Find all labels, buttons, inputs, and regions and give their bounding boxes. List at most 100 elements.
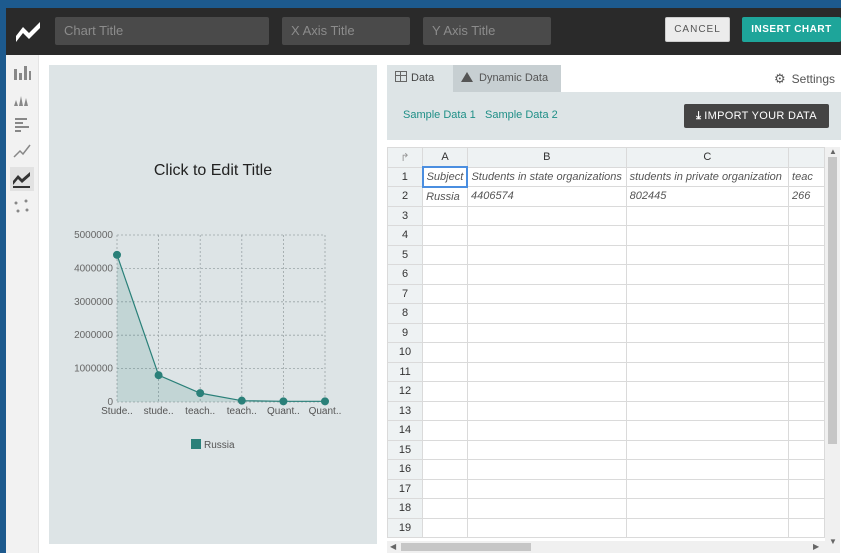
table-cell[interactable] xyxy=(625,420,790,441)
table-cell[interactable]: teac xyxy=(788,166,825,187)
scatter-icon[interactable] xyxy=(10,195,34,219)
horizontal-bar-icon[interactable] xyxy=(10,113,34,137)
table-cell[interactable] xyxy=(422,342,468,363)
tab-dynamic-data[interactable]: Dynamic Data xyxy=(453,65,561,92)
table-cell[interactable] xyxy=(466,498,627,519)
table-cell[interactable] xyxy=(422,244,468,265)
table-cell[interactable]: Subject xyxy=(421,166,469,188)
data-point[interactable] xyxy=(154,371,163,380)
table-cell[interactable] xyxy=(625,283,790,304)
row-number[interactable]: 6 xyxy=(387,264,424,285)
table-cell[interactable] xyxy=(422,303,468,324)
table-cell[interactable] xyxy=(788,498,825,519)
table-cell[interactable] xyxy=(625,322,790,343)
row-number[interactable]: 8 xyxy=(387,303,424,324)
data-point[interactable] xyxy=(279,397,288,406)
row-number[interactable]: 3 xyxy=(387,205,424,226)
table-cell[interactable] xyxy=(422,322,468,343)
row-number[interactable]: 7 xyxy=(387,283,424,304)
table-cell[interactable] xyxy=(466,342,627,363)
table-cell[interactable] xyxy=(466,400,627,421)
row-number[interactable]: 18 xyxy=(387,498,424,519)
table-cell[interactable]: Russia xyxy=(422,186,468,207)
table-cell[interactable] xyxy=(422,439,468,460)
table-cell[interactable] xyxy=(466,361,627,382)
table-cell[interactable] xyxy=(422,498,468,519)
settings-button[interactable]: ⚙ Settings xyxy=(774,65,835,92)
row-number[interactable]: 2 xyxy=(387,186,424,207)
column-header[interactable]: A xyxy=(422,147,468,168)
histogram-icon[interactable] xyxy=(10,87,34,111)
data-point[interactable] xyxy=(237,396,246,405)
table-cell[interactable] xyxy=(422,225,468,246)
cancel-button[interactable]: CANCEL xyxy=(665,17,730,42)
row-number[interactable]: 11 xyxy=(387,361,424,382)
corner-cell[interactable]: ↱ xyxy=(387,147,424,168)
row-number[interactable]: 12 xyxy=(387,381,424,402)
table-cell[interactable] xyxy=(625,498,790,519)
table-cell[interactable]: students in private organization xyxy=(625,166,790,187)
scroll-right-icon[interactable]: ▶ xyxy=(813,542,819,551)
table-cell[interactable] xyxy=(466,244,627,265)
legend-label[interactable]: Russia xyxy=(204,440,235,451)
table-cell[interactable] xyxy=(422,420,468,441)
table-cell[interactable] xyxy=(625,361,790,382)
row-number[interactable]: 9 xyxy=(387,322,424,343)
column-header[interactable] xyxy=(788,147,825,168)
table-cell[interactable] xyxy=(788,400,825,421)
line-chart-icon[interactable] xyxy=(10,139,34,163)
vertical-scrollbar[interactable]: ▲ ▼ xyxy=(825,147,840,553)
table-cell[interactable] xyxy=(466,322,627,343)
table-cell[interactable] xyxy=(788,264,825,285)
insert-chart-button[interactable]: INSERT CHART xyxy=(742,17,841,42)
table-cell[interactable]: Students in state organizations xyxy=(466,166,627,187)
table-cell[interactable] xyxy=(788,459,825,480)
table-cell[interactable] xyxy=(422,361,468,382)
area-chart-icon[interactable] xyxy=(10,167,34,191)
tab-data[interactable]: Data xyxy=(387,65,453,92)
column-header[interactable]: B xyxy=(466,147,627,168)
horizontal-scrollbar[interactable]: ◀ ▶ xyxy=(387,541,825,553)
table-cell[interactable] xyxy=(466,264,627,285)
x-axis-title-input[interactable]: X Axis Title xyxy=(282,17,410,45)
row-number[interactable]: 14 xyxy=(387,420,424,441)
row-number[interactable]: 15 xyxy=(387,439,424,460)
table-cell[interactable] xyxy=(422,517,468,538)
row-number[interactable]: 1 xyxy=(387,166,424,187)
table-cell[interactable] xyxy=(625,517,790,538)
data-point[interactable] xyxy=(113,250,121,259)
row-number[interactable]: 10 xyxy=(387,342,424,363)
table-cell[interactable] xyxy=(466,517,627,538)
table-cell[interactable]: 266 xyxy=(788,186,825,207)
table-cell[interactable] xyxy=(466,225,627,246)
chart-title[interactable]: Click to Edit Title xyxy=(49,162,377,180)
table-cell[interactable]: 4406574 xyxy=(466,186,627,207)
table-cell[interactable] xyxy=(466,303,627,324)
y-axis-title-input[interactable]: Y Axis Title xyxy=(423,17,551,45)
chart-title-input[interactable]: Chart Title xyxy=(55,17,269,45)
vertical-scroll-thumb[interactable] xyxy=(828,157,837,444)
table-cell[interactable] xyxy=(625,459,790,480)
table-cell[interactable] xyxy=(466,205,627,226)
table-cell[interactable] xyxy=(466,420,627,441)
table-cell[interactable] xyxy=(466,439,627,460)
table-cell[interactable] xyxy=(625,205,790,226)
data-point[interactable] xyxy=(196,389,205,398)
spreadsheet-grid[interactable]: ↱ A B C 1 Subject Students in state organi… xyxy=(387,147,825,538)
table-cell[interactable] xyxy=(788,283,825,304)
table-cell[interactable] xyxy=(788,420,825,441)
table-cell[interactable] xyxy=(422,283,468,304)
horizontal-scroll-thumb[interactable] xyxy=(401,543,531,551)
scroll-up-icon[interactable]: ▲ xyxy=(829,147,837,156)
table-cell[interactable] xyxy=(422,478,468,499)
table-cell[interactable] xyxy=(422,205,468,226)
table-cell[interactable] xyxy=(788,517,825,538)
table-cell[interactable] xyxy=(788,205,825,226)
sample-data-1-link[interactable]: Sample Data 1 xyxy=(403,109,476,121)
table-cell[interactable] xyxy=(422,264,468,285)
table-cell[interactable] xyxy=(625,400,790,421)
table-cell[interactable]: 802445 xyxy=(625,186,790,207)
table-cell[interactable] xyxy=(466,459,627,480)
bar-chart-icon[interactable] xyxy=(10,61,34,85)
table-cell[interactable] xyxy=(788,244,825,265)
